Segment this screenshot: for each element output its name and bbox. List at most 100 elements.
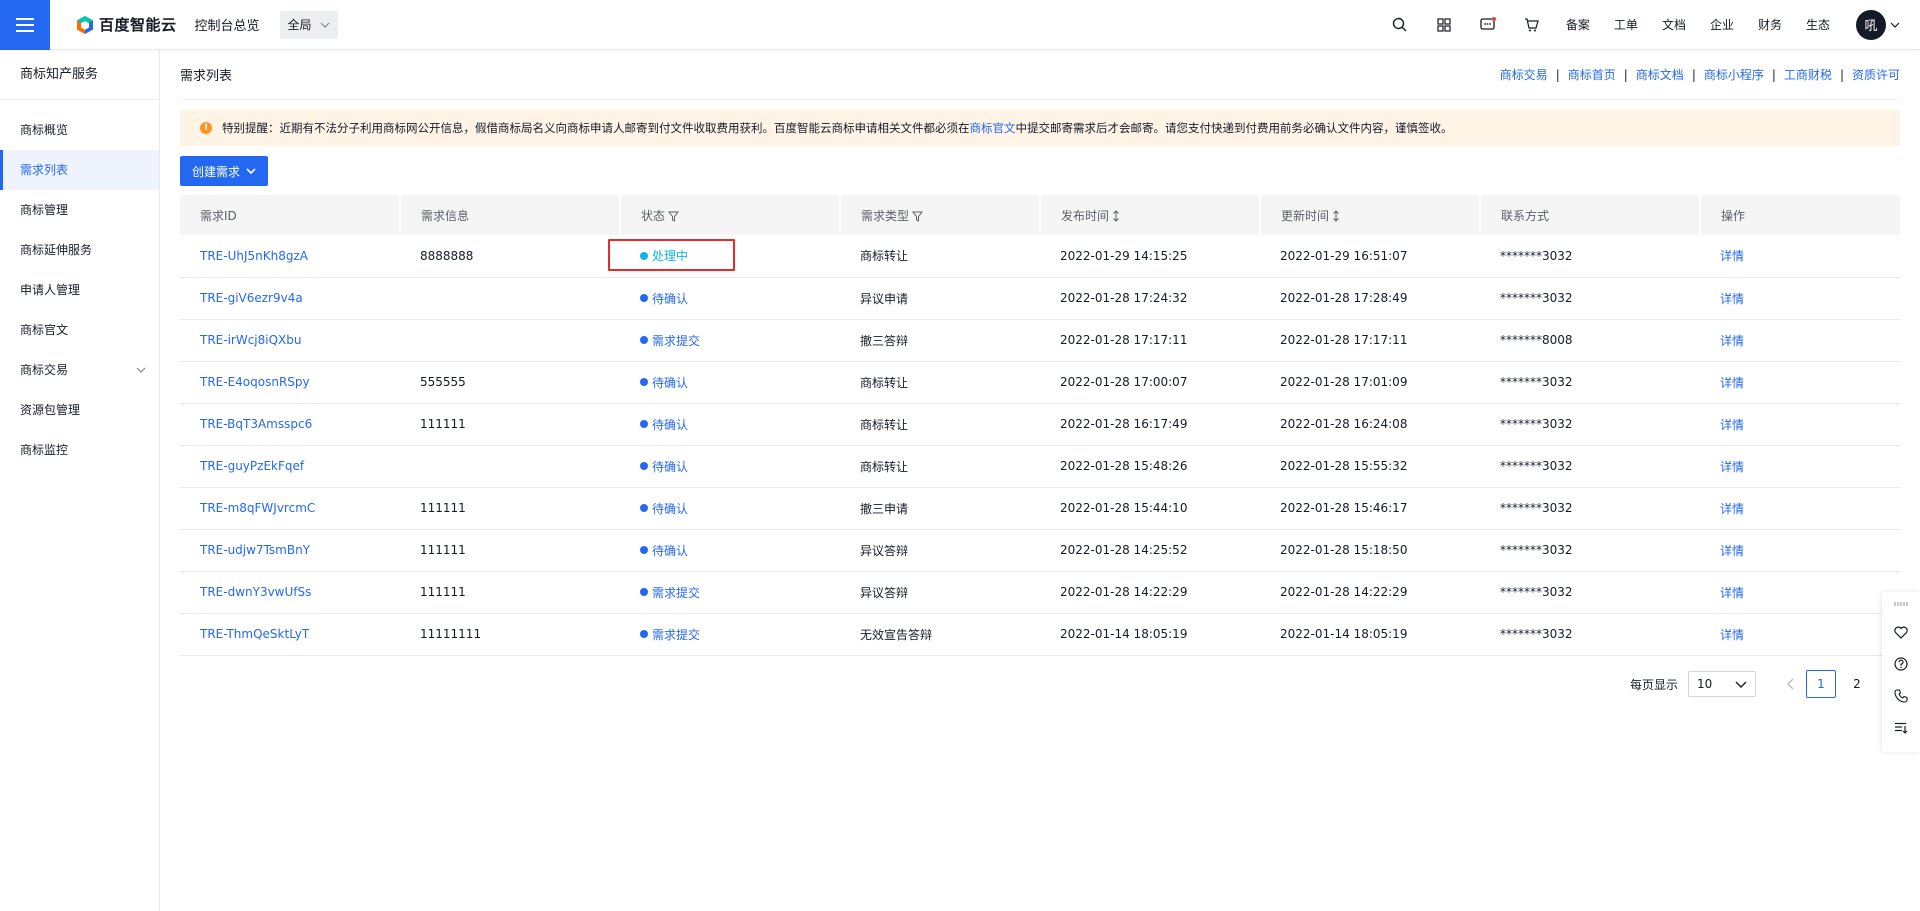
nav-ecosystem[interactable]: 生态 [1794,16,1842,33]
sidebar-item-trademark-management[interactable]: 商标管理 [0,190,159,230]
phone-icon [1894,689,1908,703]
link-home[interactable]: 商标首页 [1568,66,1616,83]
link-docs[interactable]: 商标文档 [1636,66,1684,83]
col-header-status[interactable]: 状态 [619,195,840,235]
prev-page-button[interactable] [1780,678,1800,690]
search-button[interactable] [1378,0,1422,50]
detail-link[interactable]: 详情 [1720,502,1744,516]
published-time: 2022-01-28 17:00:07 [1040,361,1260,404]
help-icon [1894,657,1908,671]
filter-icon[interactable] [668,211,680,222]
request-info [400,277,620,320]
detail-link[interactable]: 详情 [1720,418,1744,432]
link-trading[interactable]: 商标交易 [1500,66,1548,83]
col-header-action: 操作 [1699,195,1900,235]
favorite-button[interactable] [1882,616,1920,648]
col-header-updated[interactable]: 更新时间 [1259,195,1480,235]
hamburger-menu-button[interactable] [0,0,50,50]
table-row: TRE-ThmQeSktLyT 11111111 需求提交 无效宣告答辩 202… [180,613,1900,656]
request-id-link[interactable]: TRE-UhJ5nKh8gzA [200,249,308,263]
detail-link[interactable]: 详情 [1720,334,1744,348]
region-selector[interactable]: 全局 [279,10,338,39]
link-business-tax[interactable]: 工商财税 [1784,66,1832,83]
published-time: 2022-01-28 14:22:29 [1040,571,1260,614]
page-size-select[interactable]: 10 [1688,671,1756,697]
search-icon [1393,17,1407,32]
messages-button[interactable] [1466,0,1510,50]
nav-finance[interactable]: 财务 [1746,16,1794,33]
detail-link[interactable]: 详情 [1720,292,1744,306]
console-overview-link[interactable]: 控制台总览 [195,15,260,34]
sidebar-item-trading[interactable]: 商标交易 [0,350,159,390]
drag-handle[interactable] [1882,592,1920,616]
status-dot [640,630,648,638]
updated-time: 2022-01-28 16:24:08 [1260,403,1480,446]
request-id-link[interactable]: TRE-irWcj8iQXbu [200,333,302,347]
create-request-button[interactable]: 创建需求 [180,156,269,186]
sort-icon[interactable] [1332,210,1340,222]
sidebar-item-applicants[interactable]: 申请人管理 [0,270,159,310]
brand-logo[interactable]: 百度智能云 [75,14,177,35]
sidebar-item-overview[interactable]: 商标概览 [0,110,159,150]
request-type: 商标转让 [840,445,1040,488]
published-time: 2022-01-29 14:15:25 [1040,235,1260,278]
detail-link[interactable]: 详情 [1720,460,1744,474]
detail-link[interactable]: 详情 [1720,376,1744,390]
page-button-1[interactable]: 1 [1806,670,1836,698]
status-dot [640,546,648,554]
request-id-link[interactable]: TRE-m8qFWJvrcmC [200,501,315,515]
sidebar-item-resource-packages[interactable]: 资源包管理 [0,390,159,430]
page-header: 需求列表 商标交易 | 商标首页 | 商标文档 | 商标小程序 | 工商财税 | 资质许可 [180,50,1900,100]
nav-docs[interactable]: 文档 [1650,16,1698,33]
detail-link[interactable]: 详情 [1720,586,1744,600]
help-button[interactable] [1882,648,1920,680]
request-id-link[interactable]: TRE-giV6ezr9v4a [200,291,303,305]
sort-icon[interactable] [1112,210,1120,222]
contact: *******3032 [1480,529,1700,572]
col-header-published[interactable]: 发布时间 [1039,195,1260,235]
status-badge: 处理中 [640,247,688,264]
warning-icon: ! [200,122,212,134]
nav-ticket[interactable]: 工单 [1602,16,1650,33]
nav-enterprise[interactable]: 企业 [1698,16,1746,33]
request-id-link[interactable]: TRE-guyPzEkFqef [200,459,304,473]
contact-button[interactable] [1882,680,1920,712]
request-id-link[interactable]: TRE-dwnY3vwUfSs [200,585,311,599]
status-badge: 待确认 [640,374,688,391]
col-header-type[interactable]: 需求类型 [839,195,1040,235]
detail-link[interactable]: 详情 [1720,628,1744,642]
sidebar-item-monitoring[interactable]: 商标监控 [0,430,159,470]
table-row: TRE-dwnY3vwUfSs 111111 需求提交 异议答辩 2022-01… [180,571,1900,614]
contact: *******3032 [1480,277,1700,320]
request-id-link[interactable]: TRE-E4oqosnRSpy [200,375,310,389]
sidebar-item-official-docs[interactable]: 商标官文 [0,310,159,350]
notice-banner: ! 特别提醒：近期有不法分子利用商标网公开信息，假借商标局名义向商标申请人邮寄到… [180,110,1900,146]
link-miniprogram[interactable]: 商标小程序 [1704,66,1764,83]
page-button-2[interactable]: 2 [1842,670,1872,698]
notice-official-docs-link[interactable]: 商标官文 [970,121,1016,135]
request-id-link[interactable]: TRE-BqT3Amsspc6 [200,417,312,431]
filter-icon[interactable] [912,211,924,222]
updated-time: 2022-01-28 17:01:09 [1260,361,1480,404]
detail-link[interactable]: 详情 [1720,249,1744,263]
contact: *******3032 [1480,361,1700,404]
chevron-down-icon[interactable] [1890,22,1900,28]
nav-filing[interactable]: 备案 [1554,16,1602,33]
feedback-button[interactable] [1882,712,1920,744]
detail-link[interactable]: 详情 [1720,544,1744,558]
published-time: 2022-01-28 15:44:10 [1040,487,1260,530]
status-dot [640,378,648,386]
request-id-link[interactable]: TRE-ThmQeSktLyT [200,627,309,641]
request-type: 异议答辩 [840,529,1040,572]
sidebar-item-requests[interactable]: 需求列表 [0,150,159,190]
link-qualification[interactable]: 资质许可 [1852,66,1900,83]
menu-icon [16,17,34,32]
sidebar-title: 商标知产服务 [0,50,159,100]
sidebar-item-extended-services[interactable]: 商标延伸服务 [0,230,159,270]
request-id-link[interactable]: TRE-udjw7TsmBnY [200,543,310,557]
list-edit-icon [1895,722,1908,734]
product-grid-button[interactable] [1422,0,1466,50]
cart-button[interactable] [1510,0,1554,50]
user-avatar[interactable]: 吼 [1856,9,1886,40]
floating-toolbar [1882,592,1920,752]
